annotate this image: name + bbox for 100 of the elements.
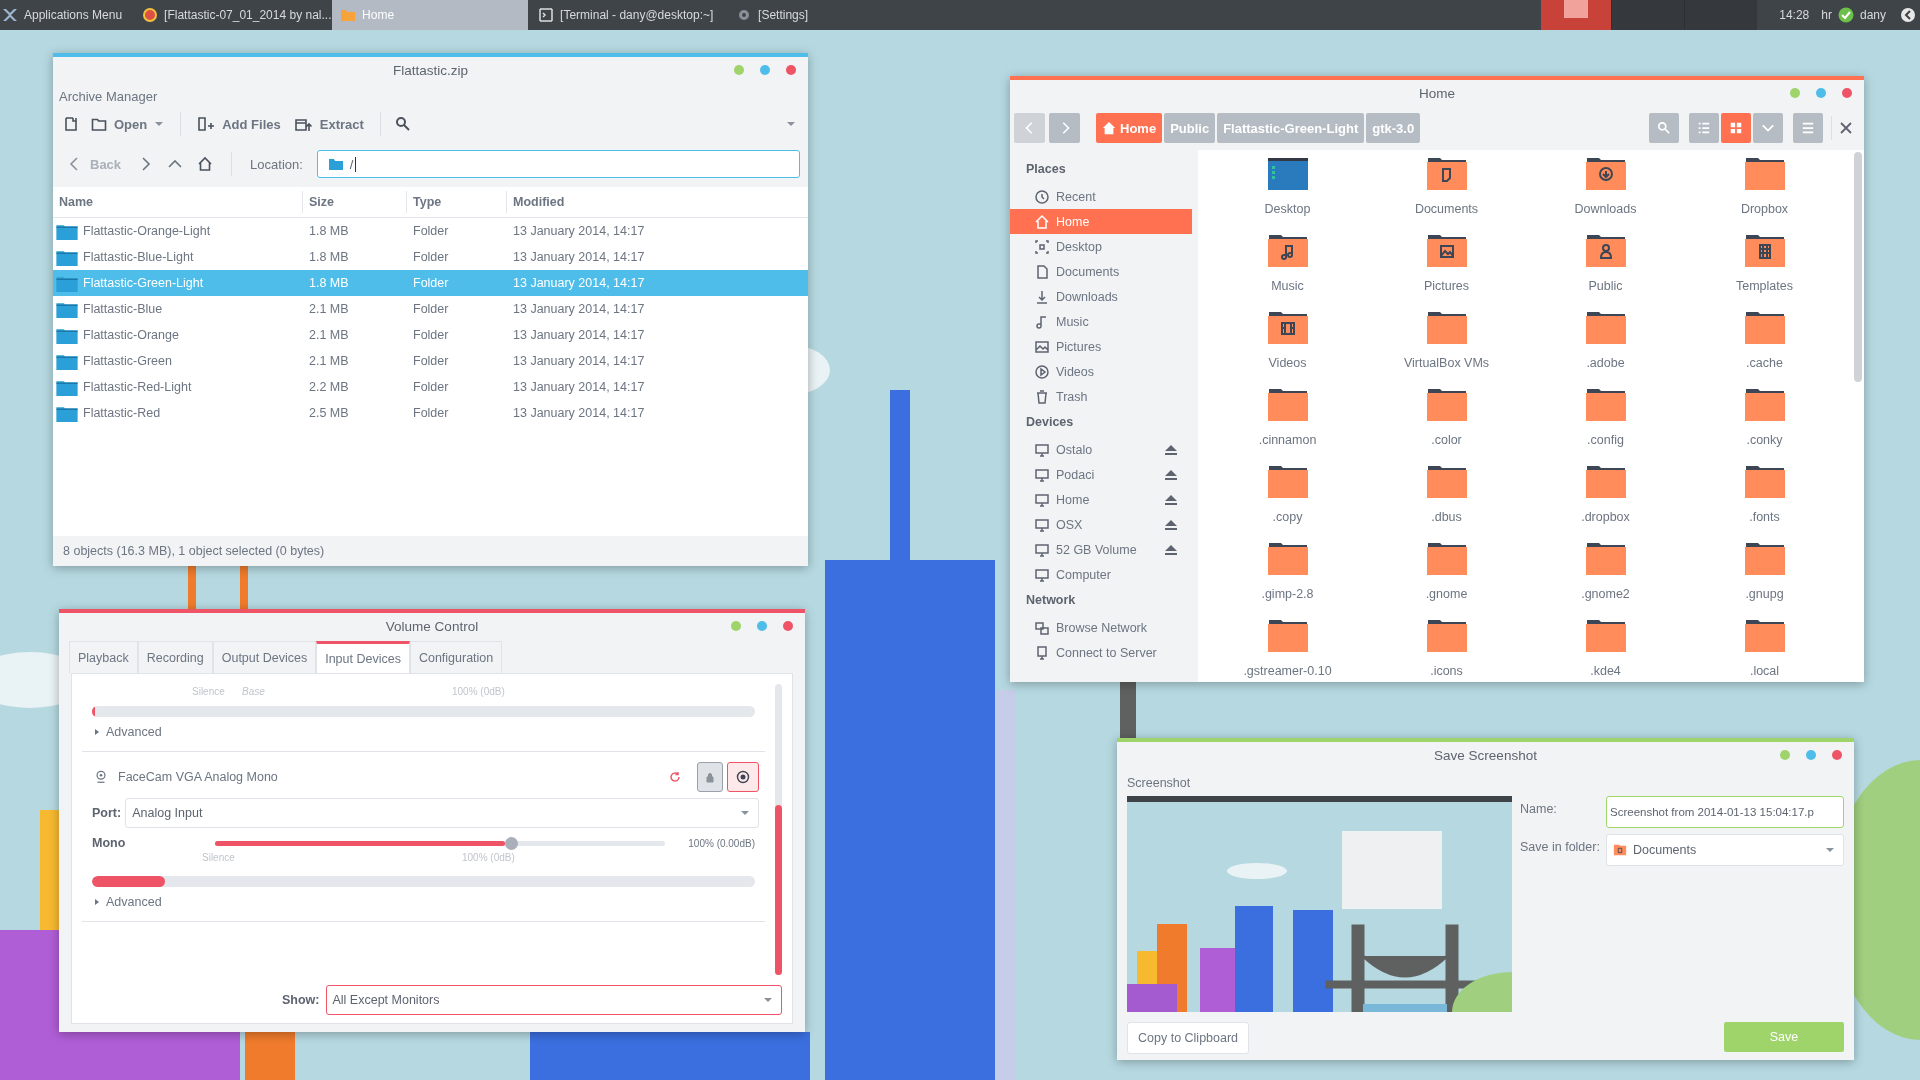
file-name[interactable]: .fonts xyxy=(1749,510,1780,524)
tab[interactable]: Input Devices xyxy=(316,641,410,673)
name-field[interactable]: Screenshot from 2014-01-13 15:04:17.p xyxy=(1606,796,1844,828)
file-name[interactable]: .icons xyxy=(1430,664,1463,678)
sidebar-item[interactable]: Connect to Server xyxy=(1010,640,1192,665)
file-row[interactable]: Flattastic-Blue-Light 1.8 MB Folder 13 January 2014, 14:17 xyxy=(53,244,808,270)
close-icon[interactable] xyxy=(1840,122,1852,134)
workspace-switcher[interactable] xyxy=(1541,0,1612,30)
taskbar-item[interactable]: [Terminal - dany@desktop:~] xyxy=(530,0,727,30)
home-icon[interactable] xyxy=(197,156,214,172)
sidebar-item[interactable]: OSX xyxy=(1010,512,1192,537)
taskbar-item[interactable]: [Flattastic-07_01_2014 by nal... xyxy=(134,0,331,30)
scrollbar[interactable] xyxy=(1854,150,1864,682)
file-name[interactable]: Dropbox xyxy=(1740,202,1789,216)
column-header[interactable]: Name xyxy=(53,191,303,213)
workspace-switcher[interactable] xyxy=(1611,0,1685,30)
file-name[interactable]: .color xyxy=(1431,433,1462,447)
file-name[interactable]: Documents xyxy=(1414,202,1479,216)
sidebar-item[interactable]: Pictures xyxy=(1010,334,1192,359)
file-name[interactable]: .gstreamer-0.10 xyxy=(1243,664,1332,678)
taskbar-item[interactable]: [Settings] xyxy=(728,0,925,30)
column-header[interactable]: Modified xyxy=(507,191,808,213)
sidebar-item[interactable]: Ostalo xyxy=(1010,437,1192,462)
file-name[interactable]: .cache xyxy=(1746,356,1783,370)
file-name[interactable]: .gnupg xyxy=(1745,587,1784,601)
search-icon[interactable] xyxy=(394,116,411,132)
show-dropdown[interactable]: All Except Monitors xyxy=(325,985,782,1015)
sidebar-item[interactable]: Computer xyxy=(1010,562,1192,587)
clock[interactable]: 14:28 xyxy=(1773,8,1816,22)
eject-icon[interactable] xyxy=(1164,468,1178,481)
copy-to-clipboard-button[interactable]: Copy to Clipboard xyxy=(1127,1022,1250,1054)
eject-icon[interactable] xyxy=(1164,443,1178,456)
file-name[interactable]: .gnome xyxy=(1425,587,1468,601)
keyboard-layout[interactable]: hr xyxy=(1815,8,1838,22)
sidebar-item[interactable]: Recent xyxy=(1010,184,1192,209)
refresh-icon[interactable] xyxy=(669,771,681,783)
close-button[interactable] xyxy=(1832,750,1842,760)
file-name[interactable]: .kde4 xyxy=(1590,664,1621,678)
sidebar-item[interactable]: 52 GB Volume xyxy=(1010,537,1192,562)
file-row[interactable]: Flattastic-Green 2.1 MB Folder 13 January 2014, 14:17 xyxy=(53,348,808,374)
sidebar-item[interactable]: Browse Network xyxy=(1010,615,1192,640)
file-name[interactable]: Downloads xyxy=(1574,202,1637,216)
extract-button[interactable]: Extract xyxy=(292,112,366,136)
record-button[interactable] xyxy=(727,762,759,792)
advanced-expander[interactable]: Advanced xyxy=(94,895,162,909)
sidebar-item[interactable]: Home xyxy=(1010,209,1192,234)
checkmark-icon[interactable] xyxy=(1837,7,1854,23)
folder-dropdown[interactable]: Documents xyxy=(1606,834,1844,866)
sidebar-item[interactable]: Podaci xyxy=(1010,462,1192,487)
file-name[interactable]: VirtualBox VMs xyxy=(1403,356,1490,370)
user-name[interactable]: dany xyxy=(1853,8,1892,22)
slider-thumb[interactable] xyxy=(505,836,518,850)
file-name[interactable]: Videos xyxy=(1268,356,1307,370)
file-name[interactable]: Pictures xyxy=(1423,279,1470,293)
tab[interactable]: Recording xyxy=(137,641,213,673)
tab[interactable]: Playback xyxy=(69,641,138,673)
breadcrumb[interactable]: Home xyxy=(1096,113,1163,143)
file-name[interactable]: .local xyxy=(1749,664,1780,678)
sidebar-item[interactable]: Music xyxy=(1010,309,1192,334)
eject-icon[interactable] xyxy=(1164,493,1178,506)
workspace-switcher[interactable] xyxy=(1684,0,1758,30)
file-row[interactable]: Flattastic-Orange 2.1 MB Folder 13 January 2014, 14:17 xyxy=(53,322,808,348)
power-icon[interactable] xyxy=(1900,7,1916,23)
file-name[interactable]: .config xyxy=(1587,433,1624,447)
sidebar-item[interactable]: Desktop xyxy=(1010,234,1192,259)
add-files-button[interactable]: Add Files xyxy=(195,112,283,136)
close-button[interactable] xyxy=(786,65,796,75)
file-name[interactable]: Music xyxy=(1271,279,1304,293)
file-row[interactable]: Flattastic-Orange-Light 1.8 MB Folder 13 January 2014, 14:17 xyxy=(53,218,808,244)
close-button[interactable] xyxy=(1842,88,1852,98)
sidebar-item[interactable]: Documents xyxy=(1010,259,1192,284)
icon-view-button[interactable] xyxy=(1721,113,1751,143)
column-header[interactable]: Type xyxy=(407,191,507,213)
close-button[interactable] xyxy=(783,621,793,631)
file-name[interactable]: .gnome2 xyxy=(1581,587,1630,601)
eject-icon[interactable] xyxy=(1164,543,1178,556)
taskbar-item[interactable]: Applications Menu xyxy=(0,0,133,30)
file-name[interactable]: .dropbox xyxy=(1581,510,1630,524)
sidebar-item[interactable]: Videos xyxy=(1010,359,1192,384)
file-row[interactable]: Flattastic-Red 2.5 MB Folder 13 January 2014, 14:17 xyxy=(53,400,808,426)
caret-icon[interactable] xyxy=(786,121,796,127)
file-name[interactable]: .gimp-2.8 xyxy=(1261,587,1314,601)
file-name[interactable]: .dbus xyxy=(1431,510,1462,524)
tab[interactable]: Output Devices xyxy=(212,641,317,673)
file-name[interactable]: Desktop xyxy=(1264,202,1311,216)
sidebar-item[interactable]: Home xyxy=(1010,487,1192,512)
file-name[interactable]: .adobe xyxy=(1586,356,1625,370)
file-name[interactable]: .cinnamon xyxy=(1258,433,1317,447)
open-button[interactable]: Open xyxy=(89,112,167,136)
new-archive-icon[interactable] xyxy=(63,116,79,132)
file-name[interactable]: Public xyxy=(1588,279,1623,293)
file-row[interactable]: Flattastic-Red-Light 2.2 MB Folder 13 January 2014, 14:17 xyxy=(53,374,808,400)
scrollbar[interactable] xyxy=(775,684,782,975)
tab[interactable]: Configuration xyxy=(409,641,503,673)
file-name[interactable]: .conky xyxy=(1746,433,1783,447)
location-field[interactable]: / xyxy=(316,150,800,178)
port-dropdown[interactable]: Analog Input xyxy=(125,798,759,828)
file-name[interactable]: Templates xyxy=(1736,279,1793,293)
file-name[interactable]: .copy xyxy=(1272,510,1303,524)
sidebar-item[interactable]: Trash xyxy=(1010,384,1192,409)
